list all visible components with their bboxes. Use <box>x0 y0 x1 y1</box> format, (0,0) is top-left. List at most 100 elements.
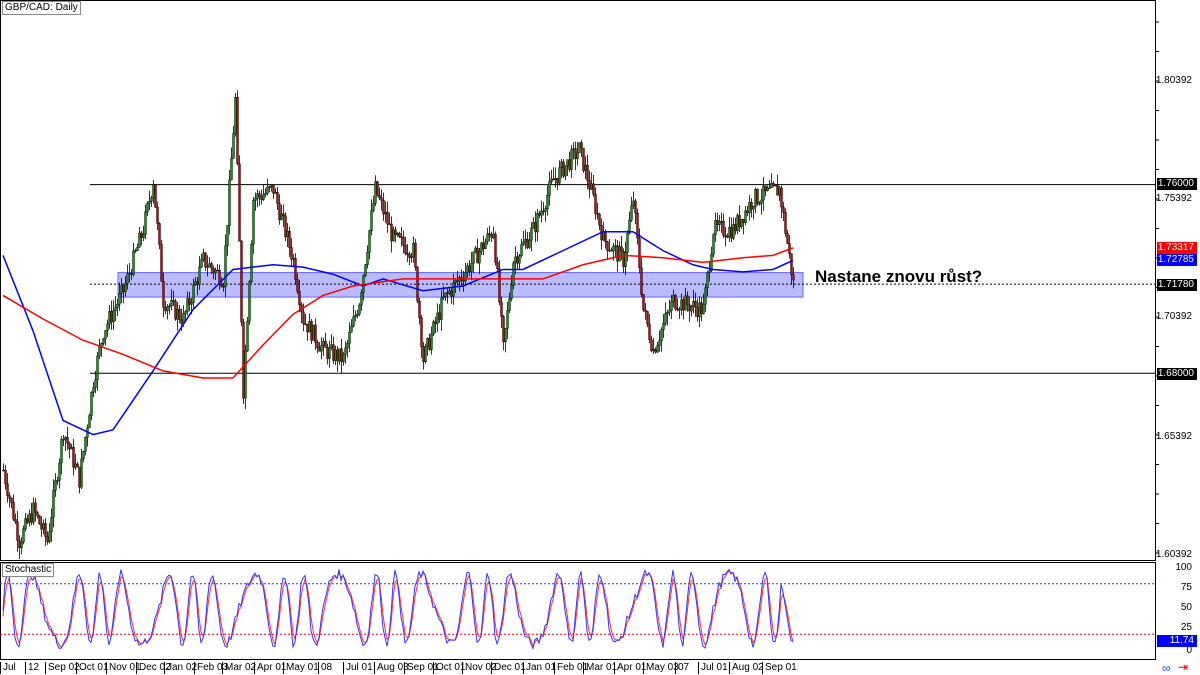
candle-body <box>644 309 647 312</box>
candle-body <box>38 515 41 525</box>
support-price-tag: 1.68000 <box>1157 368 1197 380</box>
date-tick: 08 <box>318 662 332 674</box>
candle-body <box>582 147 585 172</box>
candle-body <box>256 193 259 199</box>
candle-body <box>516 256 519 264</box>
stochastic-panel[interactable] <box>0 562 1156 660</box>
candle-body <box>206 266 209 268</box>
candle-body <box>186 298 189 312</box>
candle-body <box>134 250 137 252</box>
candle-body <box>138 232 141 248</box>
candle-body <box>534 222 537 233</box>
candle-body <box>240 241 243 323</box>
candle-body <box>724 235 727 237</box>
candle-body <box>654 349 657 353</box>
candle-body <box>366 252 369 265</box>
candle-body <box>20 542 23 549</box>
candle-body <box>748 202 751 213</box>
candle-body <box>578 142 581 154</box>
candle-body <box>4 469 7 484</box>
candle-body <box>532 222 535 229</box>
candle-body <box>42 523 45 530</box>
symbol-label: GBP/CAD: Daily <box>2 1 81 15</box>
candle-body <box>398 233 401 237</box>
candle-body <box>66 436 69 444</box>
price-tick: 1.60392 <box>1155 549 1192 560</box>
candle-body <box>672 294 675 302</box>
price-tick: 1.75392 <box>1155 193 1192 204</box>
candle-body <box>322 341 325 346</box>
date-tick: Mar 02 <box>222 662 256 674</box>
candle-body <box>760 199 763 204</box>
candle-body <box>48 531 51 542</box>
candle-body <box>62 438 65 441</box>
stoch-tick: 25 <box>1180 622 1192 633</box>
link-icon[interactable]: ∞ <box>1162 661 1171 675</box>
annotation-text: Nastane znovu růst? <box>815 267 983 286</box>
candle-body <box>146 203 149 212</box>
candle-body <box>372 202 375 211</box>
date-tick: Jan 02 <box>164 662 197 674</box>
candle-body <box>192 284 195 303</box>
candle-body <box>266 186 269 194</box>
candle-body <box>376 181 379 196</box>
candle-body <box>392 229 395 242</box>
candle-body <box>244 350 247 399</box>
candle-body <box>70 446 73 450</box>
candle-body <box>792 274 795 281</box>
candle-body <box>430 333 433 350</box>
candle-body <box>250 244 253 283</box>
candle-body <box>622 251 625 267</box>
price-tick: 1.80392 <box>1155 75 1192 86</box>
price-tick: 1.65392 <box>1155 431 1192 442</box>
candle-body <box>216 269 219 272</box>
candle-body <box>92 387 95 393</box>
candle-body <box>784 212 787 234</box>
candle-body <box>410 256 413 258</box>
stochastic-value-tag: 11.74 <box>1157 635 1197 647</box>
candle-body <box>708 270 711 274</box>
date-tick: 12 <box>25 662 39 674</box>
candle-body <box>194 281 197 286</box>
candle-body <box>112 310 115 323</box>
candle-body <box>432 321 435 335</box>
candle-body <box>118 293 121 305</box>
candle-body <box>674 294 677 309</box>
candle-body <box>526 239 529 248</box>
candle-body <box>160 244 163 282</box>
candle-body <box>390 223 393 242</box>
date-tick: Jul 01 <box>698 662 728 674</box>
candle-body <box>564 165 567 177</box>
candle-body <box>210 263 213 269</box>
candle-body <box>316 342 319 348</box>
candle-body <box>132 250 135 275</box>
candle-body <box>580 142 583 149</box>
candle-body <box>742 219 745 223</box>
candle-body <box>624 252 627 267</box>
candle-body <box>24 518 27 529</box>
candle-body <box>234 97 237 134</box>
candle-body <box>510 285 513 299</box>
candle-body <box>668 310 671 313</box>
candle-body <box>554 178 557 180</box>
candle-body <box>280 213 283 220</box>
candle-body <box>504 328 507 343</box>
ma-blue-price-tag: 1.72785 <box>1157 254 1197 266</box>
candle-body <box>414 242 417 268</box>
candle-body <box>286 230 289 238</box>
candle-body <box>396 233 399 235</box>
candle-body <box>204 252 207 267</box>
candle-body <box>556 178 559 184</box>
candle-body <box>88 415 91 429</box>
candle-body <box>402 236 405 246</box>
candle-body <box>596 213 599 215</box>
candle-body <box>444 292 447 298</box>
candle-body <box>168 305 171 308</box>
scroll-to-end-icon[interactable]: ⇥ <box>1178 660 1188 674</box>
candle-body <box>702 304 705 314</box>
candle-body <box>786 233 789 244</box>
stoch-tick: 100 <box>1175 562 1192 573</box>
candle-body <box>32 502 35 523</box>
candle-body <box>686 295 689 306</box>
candle-body <box>6 483 9 496</box>
